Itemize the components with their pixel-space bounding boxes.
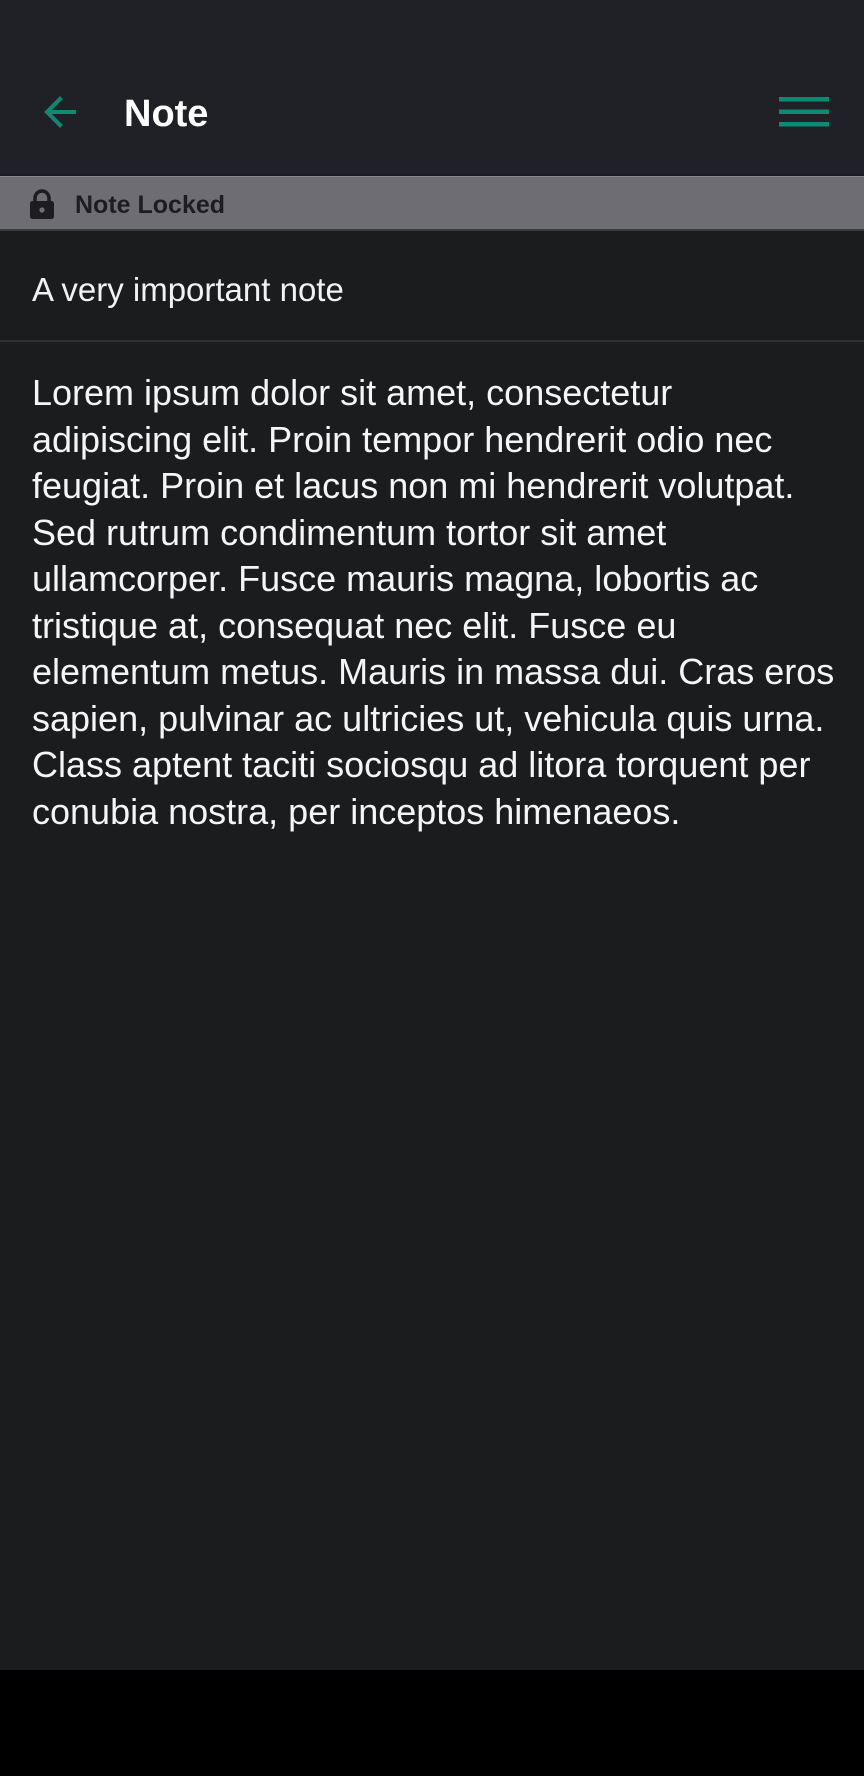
note-screen: Note Note Locked A very important note L… <box>0 0 864 1776</box>
lock-banner-label: Note Locked <box>75 191 226 219</box>
arrow-left-icon <box>44 96 76 128</box>
lock-banner[interactable]: Note Locked <box>0 176 864 231</box>
divider <box>0 340 864 342</box>
back-button[interactable] <box>28 80 92 144</box>
page-title: Note <box>124 93 209 135</box>
menu-button[interactable] <box>772 80 836 144</box>
app-bar: Note <box>0 0 864 174</box>
note-title[interactable]: A very important note <box>32 270 344 310</box>
system-navigation-bar <box>0 1670 864 1776</box>
note-body[interactable]: Lorem ipsum dolor sit amet, consectetur … <box>32 370 842 835</box>
hamburger-menu-icon <box>779 97 829 127</box>
lock-icon <box>30 189 54 219</box>
